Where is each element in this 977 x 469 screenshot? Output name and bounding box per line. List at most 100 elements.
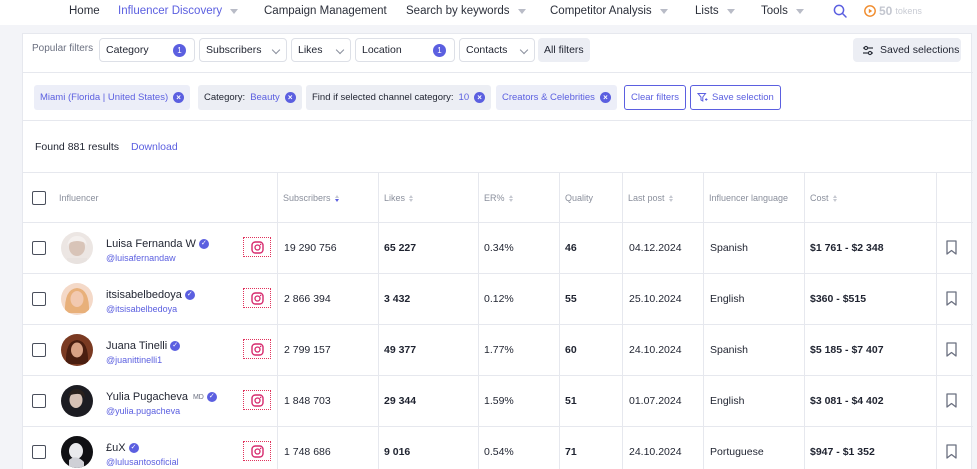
nav-campaign-management[interactable]: Campaign Management	[264, 5, 387, 17]
influencer-handle[interactable]: @itsisabelbedoya	[106, 304, 177, 314]
row-checkbox[interactable]	[32, 445, 46, 459]
cost-cell: $5 185 - $7 407	[810, 344, 884, 356]
nav-tools[interactable]: Tools	[761, 5, 804, 17]
er-cell: 0.54%	[484, 446, 514, 458]
language-cell: Spanish	[710, 242, 748, 254]
chip-creators-celebrities[interactable]: Creators & Celebrities ×	[496, 85, 617, 110]
chevron-down-icon	[519, 45, 529, 55]
header-subscribers-label: Subscribers	[283, 193, 331, 203]
instagram-glyph	[250, 342, 264, 356]
subscribers-cell: 19 290 756	[284, 242, 337, 254]
influencer-name[interactable]: Juana Tinelli ✓	[106, 340, 181, 352]
table-row[interactable]: itsisabelbedoya ✓ @itsisabelbedoya 2 866 …	[23, 274, 973, 325]
nav-competitor-analysis[interactable]: Competitor Analysis	[550, 5, 668, 17]
likes-cell: 65 227	[384, 242, 417, 254]
clear-filters-button[interactable]: Clear filters	[624, 85, 687, 110]
influencer-handle[interactable]: @lulusantosoficial	[106, 457, 179, 467]
subscribers-cell: 2 799 157	[284, 344, 331, 356]
nav-search-by-keywords[interactable]: Search by keywords	[406, 5, 526, 17]
chip-find-category[interactable]: Find if selected channel category: 10 ×	[306, 85, 492, 110]
nav-lists[interactable]: Lists	[695, 5, 735, 17]
last-post-cell: 24.10.2024	[629, 446, 682, 458]
chip-location[interactable]: Miami (Florida | United States) ×	[34, 85, 191, 110]
header-subscribers[interactable]: Subscribers	[283, 193, 339, 203]
language-cell: English	[710, 293, 745, 305]
chevron-down-icon	[726, 8, 735, 14]
influencer-name-text: itsisabelbedoya	[106, 289, 182, 301]
influencer-name[interactable]: Luisa Fernanda W ✓	[106, 238, 209, 250]
subscribers-filter[interactable]: Subscribers	[199, 38, 287, 62]
bookmark-icon[interactable]	[946, 444, 957, 459]
instagram-icon[interactable]	[243, 288, 271, 308]
row-checkbox[interactable]	[32, 241, 46, 255]
influencer-handle[interactable]: @luisafernandaw	[106, 253, 176, 263]
table-row[interactable]: £uX ✓ @lulusantosoficial 1 748 686 9 016 …	[23, 427, 973, 469]
header-er[interactable]: ER%	[484, 193, 513, 203]
chevron-down-icon	[271, 45, 281, 55]
influencer-name[interactable]: itsisabelbedoya ✓	[106, 289, 195, 301]
instagram-icon[interactable]	[243, 237, 271, 257]
header-last-post[interactable]: Last post	[628, 193, 673, 203]
instagram-icon[interactable]	[243, 441, 271, 461]
nav-lists-label: Lists	[695, 5, 719, 17]
download-link[interactable]: Download	[131, 141, 178, 153]
close-icon[interactable]: ×	[474, 92, 486, 103]
close-icon[interactable]: ×	[599, 92, 611, 103]
header-quality: Quality	[565, 193, 593, 203]
select-all-checkbox[interactable]	[32, 191, 46, 205]
header-likes[interactable]: Likes	[384, 193, 414, 203]
last-post-cell: 25.10.2024	[629, 293, 682, 305]
likes-cell: 3 432	[384, 293, 411, 305]
bookmark-icon[interactable]	[946, 393, 957, 408]
influencer-name[interactable]: £uX ✓	[106, 442, 139, 454]
avatar	[61, 334, 93, 366]
location-filter[interactable]: Location 1	[355, 38, 455, 62]
search-icon[interactable]	[832, 3, 848, 19]
nav-search-by-keywords-label: Search by keywords	[406, 5, 510, 17]
contacts-filter[interactable]: Contacts	[459, 38, 535, 62]
nav-home-label: Home	[69, 5, 100, 17]
close-icon[interactable]: ×	[173, 92, 185, 103]
er-cell: 1.77%	[484, 344, 514, 356]
table-header: Influencer Subscribers Likes ER% Quality…	[23, 172, 973, 223]
all-filters-button[interactable]: All filters	[538, 38, 590, 62]
bookmark-icon[interactable]	[946, 291, 957, 306]
category-filter[interactable]: Category 1	[99, 38, 195, 62]
popular-filters-row: Popular filters Category 1 Subscribers L…	[23, 34, 973, 66]
nav-influencer-discovery[interactable]: Influencer Discovery	[118, 5, 239, 17]
nav-home[interactable]: Home	[69, 5, 100, 17]
table-row[interactable]: Juana Tinelli ✓ @juanittinelli1 2 799 157…	[23, 325, 973, 376]
influencer-name[interactable]: Yulia Pugacheva MD ✓	[106, 391, 217, 403]
influencer-handle[interactable]: @yulia.pugacheva	[106, 406, 180, 416]
sort-icon	[508, 194, 513, 202]
table-row[interactable]: Yulia Pugacheva MD ✓ @yulia.pugacheva 1 84…	[23, 376, 973, 427]
row-checkbox[interactable]	[32, 343, 46, 357]
instagram-icon[interactable]	[243, 390, 271, 410]
save-selection-button[interactable]: Save selection	[690, 85, 781, 110]
instagram-icon[interactable]	[243, 339, 271, 359]
row-checkbox[interactable]	[32, 394, 46, 408]
subscribers-cell: 1 748 686	[284, 446, 331, 458]
influencer-handle[interactable]: @juanittinelli1	[106, 355, 162, 365]
likes-cell: 9 016	[384, 446, 411, 458]
chip-creators-label: Creators & Celebrities	[502, 92, 595, 103]
row-checkbox[interactable]	[32, 292, 46, 306]
table-row[interactable]: Luisa Fernanda W ✓ @luisafernandaw 19 290…	[23, 223, 973, 274]
close-icon[interactable]: ×	[284, 92, 296, 103]
likes-filter[interactable]: Likes	[291, 38, 351, 62]
chevron-down-icon	[517, 8, 526, 14]
header-cost[interactable]: Cost	[810, 193, 837, 203]
er-cell: 1.59%	[484, 395, 514, 407]
subscribers-cell: 1 848 703	[284, 395, 331, 407]
instagram-glyph	[250, 291, 264, 305]
chip-category[interactable]: Category: Beauty ×	[198, 85, 302, 110]
bookmark-icon[interactable]	[946, 342, 957, 357]
header-likes-label: Likes	[384, 193, 406, 203]
filter-plus-icon	[697, 93, 708, 102]
tokens-counter[interactable]: 50 tokens	[864, 4, 922, 18]
saved-selections-button[interactable]: Saved selections	[853, 38, 961, 62]
bookmark-icon[interactable]	[946, 240, 957, 255]
tokens-count: 50	[879, 4, 893, 18]
chip-location-label: Miami (Florida | United States)	[40, 92, 169, 103]
chip-find-label: Find if selected channel category:	[312, 92, 454, 103]
